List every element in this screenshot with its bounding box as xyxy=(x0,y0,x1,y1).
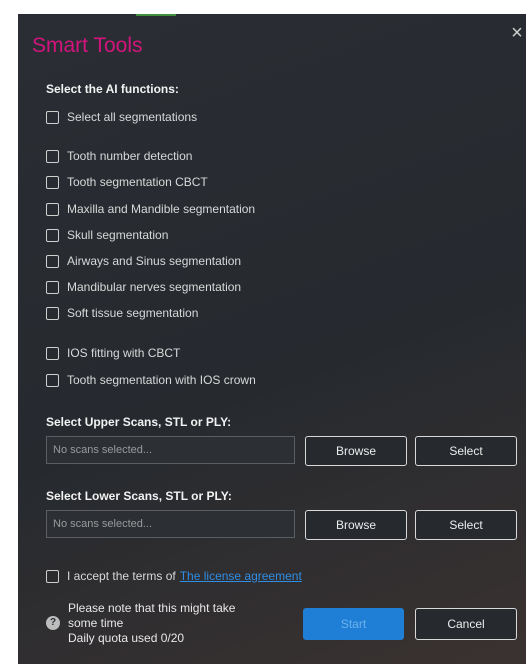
upper-scans-label: Select Upper Scans, STL or PLY: xyxy=(46,415,232,429)
checkbox-box[interactable] xyxy=(46,280,59,294)
lower-browse-button[interactable]: Browse xyxy=(305,510,407,540)
dialog-title: Smart Tools xyxy=(32,34,143,57)
checkbox-label: Tooth segmentation CBCT xyxy=(67,175,208,189)
ai-functions-label: Select the AI functions: xyxy=(46,82,179,96)
checkbox-box[interactable] xyxy=(46,306,59,320)
close-icon[interactable]: × xyxy=(508,22,526,44)
lower-select-button[interactable]: Select xyxy=(415,510,517,540)
checkbox-skull-segmentation[interactable]: Skull segmentation xyxy=(46,226,168,244)
checkbox-airways-sinus[interactable]: Airways and Sinus segmentation xyxy=(46,252,241,270)
checkbox-soft-tissue[interactable]: Soft tissue segmentation xyxy=(46,304,198,322)
checkbox-box[interactable] xyxy=(46,373,59,387)
checkbox-box[interactable] xyxy=(46,110,59,124)
processing-note: ? Please note that this might take some … xyxy=(46,597,296,649)
checkbox-label: Tooth number detection xyxy=(67,149,193,163)
checkbox-tooth-segmentation-cbct[interactable]: Tooth segmentation CBCT xyxy=(46,173,208,191)
checkbox-box[interactable] xyxy=(46,569,59,583)
upper-scans-field[interactable] xyxy=(46,436,295,464)
smart-tools-dialog: Smart Tools × Select the AI functions: S… xyxy=(18,14,526,664)
checkbox-box[interactable] xyxy=(46,228,59,242)
checkbox-label: Skull segmentation xyxy=(67,228,169,242)
checkbox-ios-fitting[interactable]: IOS fitting with CBCT xyxy=(46,344,180,362)
checkbox-label: Maxilla and Mandible segmentation xyxy=(67,202,256,216)
note-line-2: some time xyxy=(68,615,124,630)
checkbox-label: Soft tissue segmentation xyxy=(67,306,199,320)
quota-text: Daily quota used 0/20 xyxy=(68,630,185,645)
help-icon: ? xyxy=(46,616,60,630)
checkbox-box[interactable] xyxy=(46,346,59,360)
select-all-checkbox[interactable]: Select all segmentations xyxy=(46,108,197,126)
upper-browse-button[interactable]: Browse xyxy=(305,436,407,466)
cancel-button[interactable]: Cancel xyxy=(415,608,517,640)
start-button[interactable]: Start xyxy=(303,608,404,640)
upper-select-button[interactable]: Select xyxy=(415,436,517,466)
checkbox-tooth-number-detection[interactable]: Tooth number detection xyxy=(46,147,192,165)
note-line-1: Please note that this might take xyxy=(68,600,236,615)
license-text: I accept the terms of xyxy=(67,569,176,583)
lower-scans-field[interactable] xyxy=(46,510,295,538)
checkbox-label: IOS fitting with CBCT xyxy=(67,346,181,360)
checkbox-ios-crown[interactable]: Tooth segmentation with IOS crown xyxy=(46,371,256,389)
checkbox-box[interactable] xyxy=(46,149,59,163)
checkbox-mandibular-nerves[interactable]: Mandibular nerves segmentation xyxy=(46,278,241,296)
checkbox-label: Tooth segmentation with IOS crown xyxy=(67,373,256,387)
checkbox-label: Airways and Sinus segmentation xyxy=(67,254,242,268)
license-link[interactable]: The license agreement xyxy=(180,569,302,583)
checkbox-label: Mandibular nerves segmentation xyxy=(67,280,242,294)
checkbox-maxilla-mandible[interactable]: Maxilla and Mandible segmentation xyxy=(46,200,255,218)
select-all-label: Select all segmentations xyxy=(67,110,198,124)
license-checkbox[interactable]: I accept the terms of The license agreem… xyxy=(46,567,302,585)
checkbox-box[interactable] xyxy=(46,175,59,189)
top-accent xyxy=(136,14,176,16)
lower-scans-label: Select Lower Scans, STL or PLY: xyxy=(46,489,232,503)
checkbox-box[interactable] xyxy=(46,254,59,268)
checkbox-box[interactable] xyxy=(46,202,59,216)
